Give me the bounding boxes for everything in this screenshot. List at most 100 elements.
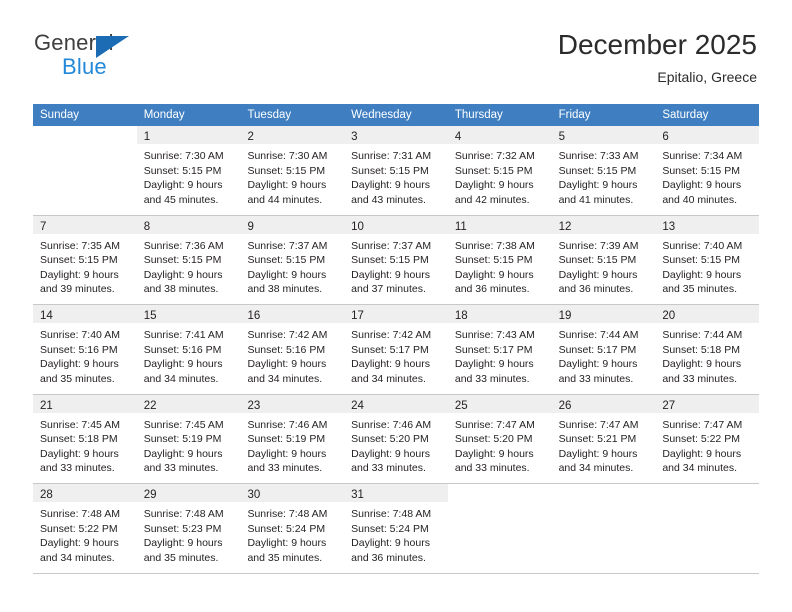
- calendar-day-cell[interactable]: 22 Sunrise: 7:45 AM Sunset: 5:19 PM Dayligh…: [136, 394, 241, 483]
- day-detail-line: Daylight: 9 hours: [247, 447, 327, 460]
- day-number: 1: [143, 131, 151, 143]
- day-detail-line: Daylight: 9 hours: [558, 447, 638, 460]
- day-number-band: 6: [655, 126, 760, 144]
- calendar-day-cell[interactable]: 12 Sunrise: 7:39 AM Sunset: 5:15 PM Dayligh…: [551, 215, 656, 304]
- calendar-day-cell[interactable]: 8 Sunrise: 7:36 AM Sunset: 5:15 PM Daylight…: [136, 215, 241, 304]
- day-number-band: 10: [344, 215, 448, 234]
- day-number-band: 3: [344, 126, 448, 144]
- day-number-band: [448, 484, 552, 502]
- calendar-day-cell[interactable]: 5 Sunrise: 7:33 AM Sunset: 5:15 PM Daylight…: [551, 126, 656, 215]
- day-detail-line: Sunset: 5:15 PM: [247, 254, 326, 267]
- day-detail-line: Daylight: 9 hours: [351, 447, 430, 460]
- calendar-day-cell[interactable]: 10 Sunrise: 7:37 AM Sunset: 5:15 PM Dayligh…: [344, 215, 448, 304]
- day-number-band: [655, 484, 759, 502]
- calendar-day-cell[interactable]: 24 Sunrise: 7:46 AM Sunset: 5:20 PM Dayligh…: [344, 394, 448, 483]
- day-number: 26: [558, 399, 572, 412]
- calendar-day-cell[interactable]: 20 Sunrise: 7:44 AM Sunset: 5:18 PM Dayligh…: [655, 305, 760, 394]
- general-blue-logo[interactable]: General Blue: [34, 30, 234, 86]
- calendar-day-cell[interactable]: 2 Sunrise: 7:30 AM Sunset: 5:15 PM Daylight…: [240, 126, 345, 215]
- calendar-day-cell[interactable]: 18 Sunrise: 7:43 AM Sunset: 5:17 PM Dayligh…: [447, 305, 552, 394]
- day-number: 5: [558, 131, 565, 143]
- day-number: 15: [143, 310, 157, 322]
- day-detail-line: Daylight: 9 hours: [247, 358, 327, 371]
- day-detail-line: and 33 minutes.: [143, 462, 219, 475]
- calendar-day-cell[interactable]: 30 Sunrise: 7:48 AM Sunset: 5:24 PM Dayligh…: [240, 484, 345, 573]
- day-number-band: 28: [33, 484, 137, 502]
- day-detail-line: and 33 minutes.: [351, 462, 426, 475]
- day-detail-line: Daylight: 9 hours: [662, 179, 742, 192]
- calendar-day-cell[interactable]: 13 Sunrise: 7:40 AM Sunset: 5:15 PM Dayligh…: [655, 215, 760, 304]
- day-detail-lines: Sunrise: 7:44 AM Sunset: 5:18 PM Daylight:…: [655, 323, 759, 386]
- day-detail-line: and 40 minutes.: [662, 193, 738, 206]
- calendar-day-cell[interactable]: 16 Sunrise: 7:42 AM Sunset: 5:16 PM Dayligh…: [240, 305, 345, 394]
- day-number-band: 18: [447, 305, 552, 323]
- calendar-day-cell[interactable]: 17 Sunrise: 7:42 AM Sunset: 5:17 PM Dayligh…: [344, 305, 448, 394]
- day-detail-line: Daylight: 9 hours: [662, 268, 742, 281]
- day-detail-lines: Sunrise: 7:47 AM Sunset: 5:20 PM Daylight:…: [448, 413, 552, 476]
- day-number-band: 7: [33, 215, 137, 234]
- calendar-day-cell[interactable]: 28 Sunrise: 7:48 AM Sunset: 5:22 PM Dayligh…: [33, 484, 137, 573]
- day-detail-line: and 43 minutes.: [351, 193, 426, 206]
- day-detail-line: Daylight: 9 hours: [662, 447, 742, 460]
- day-number-band: 11: [447, 215, 552, 234]
- day-detail-line: Daylight: 9 hours: [351, 358, 430, 371]
- calendar-day-cell[interactable]: 19 Sunrise: 7:44 AM Sunset: 5:17 PM Dayligh…: [551, 305, 656, 394]
- day-detail-lines: Sunrise: 7:30 AM Sunset: 5:15 PM Daylight:…: [137, 144, 241, 207]
- day-detail-line: Daylight: 9 hours: [454, 179, 534, 192]
- day-detail-line: Sunrise: 7:30 AM: [143, 150, 224, 162]
- calendar-day-cell[interactable]: 25 Sunrise: 7:47 AM Sunset: 5:20 PM Dayligh…: [447, 394, 552, 483]
- day-number-band: 20: [655, 305, 760, 323]
- day-detail-line: Daylight: 9 hours: [247, 179, 327, 192]
- day-detail-line: Daylight: 9 hours: [454, 358, 534, 371]
- calendar-day-cell[interactable]: 14 Sunrise: 7:40 AM Sunset: 5:16 PM Dayligh…: [33, 305, 137, 394]
- day-number-band: 22: [136, 394, 241, 413]
- day-detail-line: and 33 minutes.: [454, 462, 530, 475]
- calendar-day-cell[interactable]: 4 Sunrise: 7:32 AM Sunset: 5:15 PM Daylight…: [447, 126, 552, 215]
- day-detail-line: Daylight: 9 hours: [143, 447, 223, 460]
- calendar-day-cell[interactable]: 3 Sunrise: 7:31 AM Sunset: 5:15 PM Daylight…: [344, 126, 448, 215]
- calendar-day-cell[interactable]: 11 Sunrise: 7:38 AM Sunset: 5:15 PM Dayligh…: [447, 215, 552, 304]
- day-number: 31: [351, 489, 364, 501]
- day-detail-line: Sunrise: 7:48 AM: [247, 508, 328, 520]
- weekday-header-row: Sunday Monday Tuesday Wednesday Thursday Frid…: [33, 104, 759, 126]
- day-detail-line: and 42 minutes.: [454, 193, 530, 206]
- day-detail-line: Sunrise: 7:35 AM: [40, 239, 120, 252]
- day-detail-line: Sunset: 5:15 PM: [558, 254, 637, 267]
- calendar-day-cell[interactable]: 7 Sunrise: 7:35 AM Sunset: 5:15 PM Daylight…: [33, 215, 137, 304]
- calendar-day-cell[interactable]: 9 Sunrise: 7:37 AM Sunset: 5:15 PM Daylight…: [240, 215, 345, 304]
- day-detail-line: Daylight: 9 hours: [454, 268, 534, 281]
- day-number-band: 5: [551, 126, 656, 144]
- day-detail-line: Sunset: 5:17 PM: [558, 343, 637, 356]
- calendar-grid: Sunday Monday Tuesday Wednesday Thursday Frid…: [33, 104, 760, 574]
- calendar-week-row: 1 Sunrise: 7:30 AM Sunset: 5:15 PM Daylight…: [33, 126, 760, 216]
- day-detail-line: Sunrise: 7:46 AM: [351, 418, 432, 431]
- day-detail-line: Sunrise: 7:37 AM: [247, 239, 328, 252]
- day-detail-line: Sunrise: 7:32 AM: [454, 150, 535, 162]
- day-detail-line: Sunset: 5:16 PM: [40, 343, 118, 356]
- day-number: 25: [454, 399, 468, 412]
- calendar-day-cell[interactable]: 26 Sunrise: 7:47 AM Sunset: 5:21 PM Dayligh…: [551, 394, 656, 483]
- day-detail-line: Sunset: 5:19 PM: [247, 433, 326, 446]
- day-number-band: 14: [33, 305, 137, 323]
- day-detail-lines: Sunrise: 7:48 AM Sunset: 5:24 PM Daylight:…: [240, 502, 344, 565]
- calendar-day-cell[interactable]: 21 Sunrise: 7:45 AM Sunset: 5:18 PM Dayligh…: [33, 394, 137, 483]
- calendar-day-cell[interactable]: 23 Sunrise: 7:46 AM Sunset: 5:19 PM Dayligh…: [240, 394, 345, 483]
- day-detail-line: Daylight: 9 hours: [351, 268, 430, 281]
- day-number: 16: [247, 310, 261, 322]
- day-detail-lines: Sunrise: 7:48 AM Sunset: 5:22 PM Daylight:…: [33, 502, 137, 565]
- calendar-day-cell[interactable]: 6 Sunrise: 7:34 AM Sunset: 5:15 PM Daylight…: [655, 126, 760, 215]
- day-detail-line: Sunset: 5:23 PM: [143, 522, 222, 535]
- calendar-day-cell[interactable]: 1 Sunrise: 7:30 AM Sunset: 5:15 PM Daylight…: [136, 126, 241, 215]
- calendar-day-cell[interactable]: 29 Sunrise: 7:48 AM Sunset: 5:23 PM Dayligh…: [136, 484, 241, 573]
- day-detail-lines: Sunrise: 7:46 AM Sunset: 5:20 PM Daylight:…: [344, 413, 448, 476]
- day-number-band: 23: [240, 394, 345, 413]
- calendar-day-cell[interactable]: 31 Sunrise: 7:48 AM Sunset: 5:24 PM Dayligh…: [344, 484, 448, 573]
- weekday-header-monday: Monday: [143, 109, 185, 121]
- calendar-day-cell[interactable]: 15 Sunrise: 7:41 AM Sunset: 5:16 PM Dayligh…: [136, 305, 241, 394]
- day-detail-line: and 34 minutes.: [247, 372, 323, 385]
- day-detail-line: and 35 minutes.: [662, 283, 738, 296]
- calendar-day-cell[interactable]: 27 Sunrise: 7:47 AM Sunset: 5:22 PM Dayligh…: [655, 394, 760, 483]
- day-number: 19: [558, 310, 572, 322]
- day-detail-line: Sunrise: 7:45 AM: [40, 418, 120, 431]
- day-number-band: 2: [240, 126, 345, 144]
